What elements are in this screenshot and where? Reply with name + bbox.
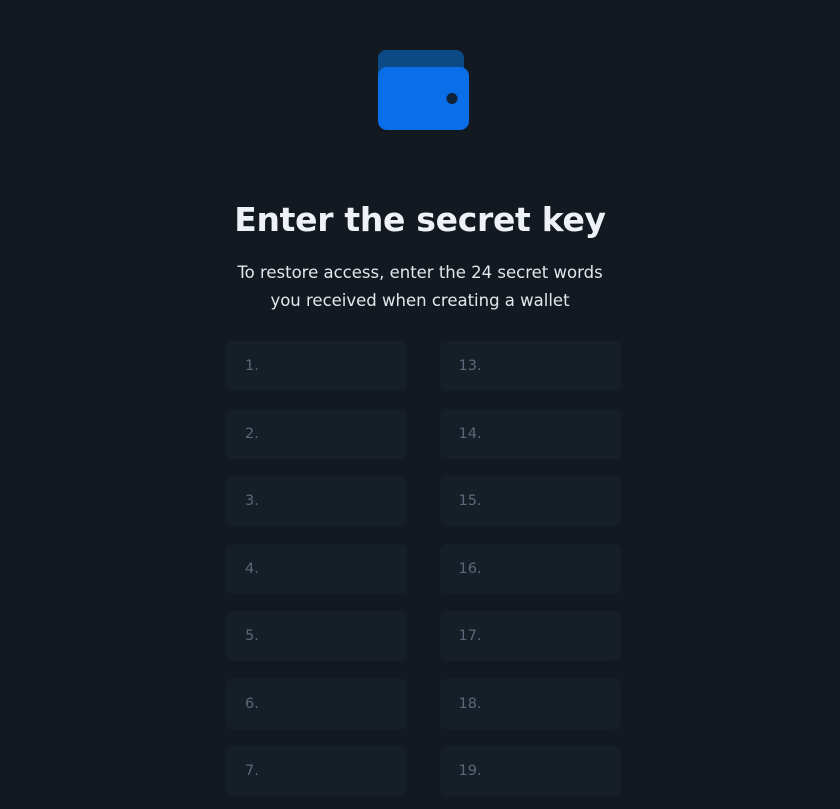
page-subtitle: To restore access, enter the 24 secret w…	[220, 259, 620, 314]
secret-word-input-17[interactable]	[439, 611, 621, 661]
secret-word-input-18[interactable]	[439, 678, 621, 729]
secret-word-input-14[interactable]	[439, 408, 621, 459]
secret-word-input-16[interactable]	[439, 543, 621, 594]
secret-word-input-1[interactable]	[226, 341, 407, 391]
secret-word-input-13[interactable]	[439, 341, 621, 391]
secret-word-input-2[interactable]	[226, 408, 407, 459]
secret-word-input-6[interactable]	[226, 678, 407, 729]
subtitle-line-1: To restore access, enter the 24 secret w…	[237, 263, 603, 282]
secret-word-input-7[interactable]	[226, 746, 407, 796]
wallet-icon	[378, 50, 469, 130]
page-title: Enter the secret key	[234, 200, 606, 239]
subtitle-line-2: you received when creating a wallet	[270, 290, 570, 310]
secret-word-input-3[interactable]	[226, 476, 407, 526]
secret-word-input-19[interactable]	[439, 746, 621, 796]
secret-word-input-15[interactable]	[439, 476, 621, 526]
secret-word-input-4[interactable]	[226, 543, 407, 594]
secret-word-input-5[interactable]	[226, 611, 407, 661]
